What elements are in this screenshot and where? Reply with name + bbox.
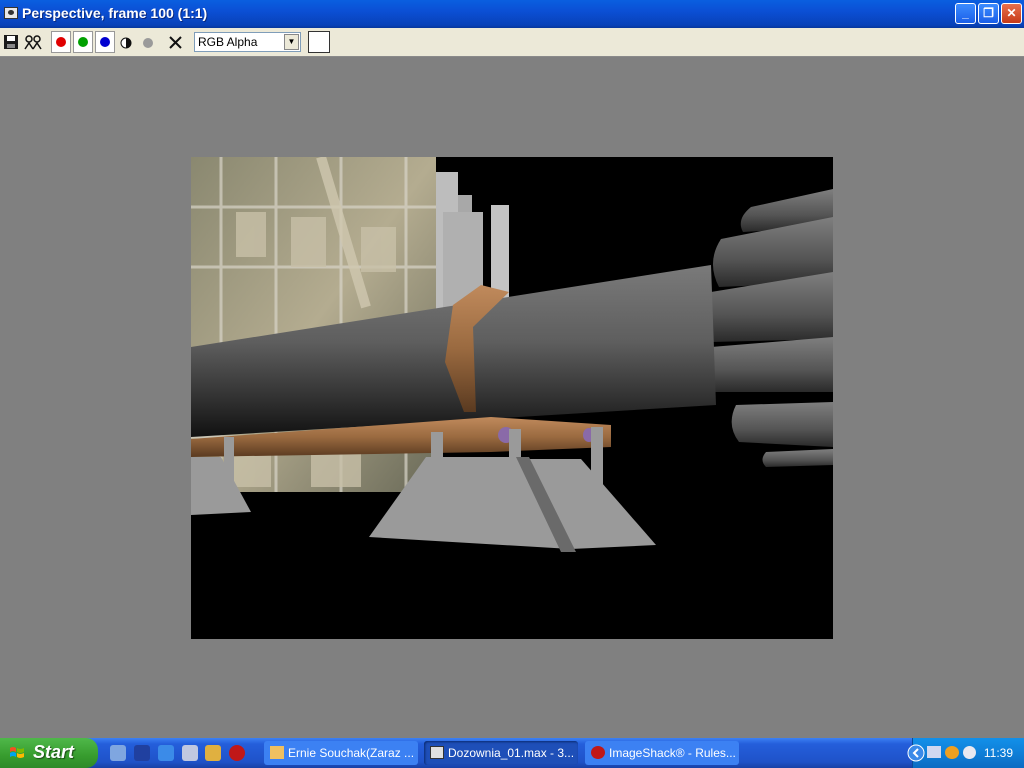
show-hidden-icons-icon[interactable]	[907, 744, 925, 762]
clone-window-icon[interactable]	[24, 35, 42, 55]
green-channel-icon	[78, 37, 88, 47]
quicklaunch-network-icon[interactable]	[182, 745, 198, 761]
chevron-down-icon[interactable]: ▼	[284, 34, 299, 50]
network-icon[interactable]	[927, 746, 941, 758]
security-icon[interactable]	[963, 746, 976, 759]
alpha-channel-icon[interactable]	[120, 37, 132, 57]
close-button[interactable]: ✕	[1001, 3, 1022, 24]
render-window-icon[interactable]	[4, 7, 18, 19]
minimize-button[interactable]: _	[955, 3, 976, 24]
taskbar-item-3dsmax[interactable]: Dozownia_01.max - 3...	[424, 741, 578, 765]
start-label: Start	[33, 742, 75, 762]
clock[interactable]: 11:39	[984, 746, 1013, 760]
restore-button[interactable]: ❐	[978, 3, 999, 24]
quicklaunch-save-icon[interactable]	[134, 745, 150, 761]
channel-display-select[interactable]: RGB Alpha ▼	[194, 32, 301, 52]
mail-icon	[270, 746, 284, 759]
color-swatch[interactable]	[308, 31, 330, 53]
save-icon[interactable]	[4, 35, 18, 55]
windows-logo-icon	[10, 747, 24, 758]
taskbar: Start Ernie Souchak(Zaraz ... Dozownia_0…	[0, 738, 1024, 768]
blue-channel-icon	[100, 37, 110, 47]
taskbar-item-label: ImageShack® - Rules...	[609, 746, 736, 760]
red-channel-toggle[interactable]	[51, 31, 71, 53]
rendered-image	[191, 157, 833, 552]
opera-icon	[591, 746, 605, 759]
quicklaunch-browser-icon[interactable]	[158, 745, 174, 761]
render-frame	[191, 157, 833, 639]
start-button[interactable]: Start	[0, 738, 98, 768]
taskbar-item-label: Ernie Souchak(Zaraz ...	[288, 746, 415, 760]
channel-display-value: RGB Alpha	[198, 35, 258, 49]
max-icon	[430, 746, 444, 759]
quicklaunch-tool-icon[interactable]	[205, 745, 221, 761]
title-bar[interactable]: Perspective, frame 100 (1:1) _ ❐ ✕	[0, 0, 1024, 28]
green-channel-toggle[interactable]	[73, 31, 93, 53]
taskbar-item-imageshack[interactable]: ImageShack® - Rules...	[585, 741, 739, 765]
system-tray: 11:39	[907, 738, 1024, 768]
red-channel-icon	[56, 37, 66, 47]
quicklaunch-opera-icon[interactable]	[229, 745, 245, 761]
blue-channel-toggle[interactable]	[95, 31, 115, 53]
render-toolbar: RGB Alpha ▼	[0, 28, 1024, 57]
monochrome-icon[interactable]	[142, 37, 154, 57]
clear-icon[interactable]	[168, 35, 183, 55]
tray-app-icon[interactable]	[945, 746, 959, 759]
taskbar-item-mail[interactable]: Ernie Souchak(Zaraz ...	[264, 741, 418, 765]
quicklaunch-ie-icon[interactable]	[110, 745, 126, 761]
taskbar-item-label: Dozownia_01.max - 3...	[448, 746, 575, 760]
window-title: Perspective, frame 100 (1:1)	[22, 5, 208, 21]
